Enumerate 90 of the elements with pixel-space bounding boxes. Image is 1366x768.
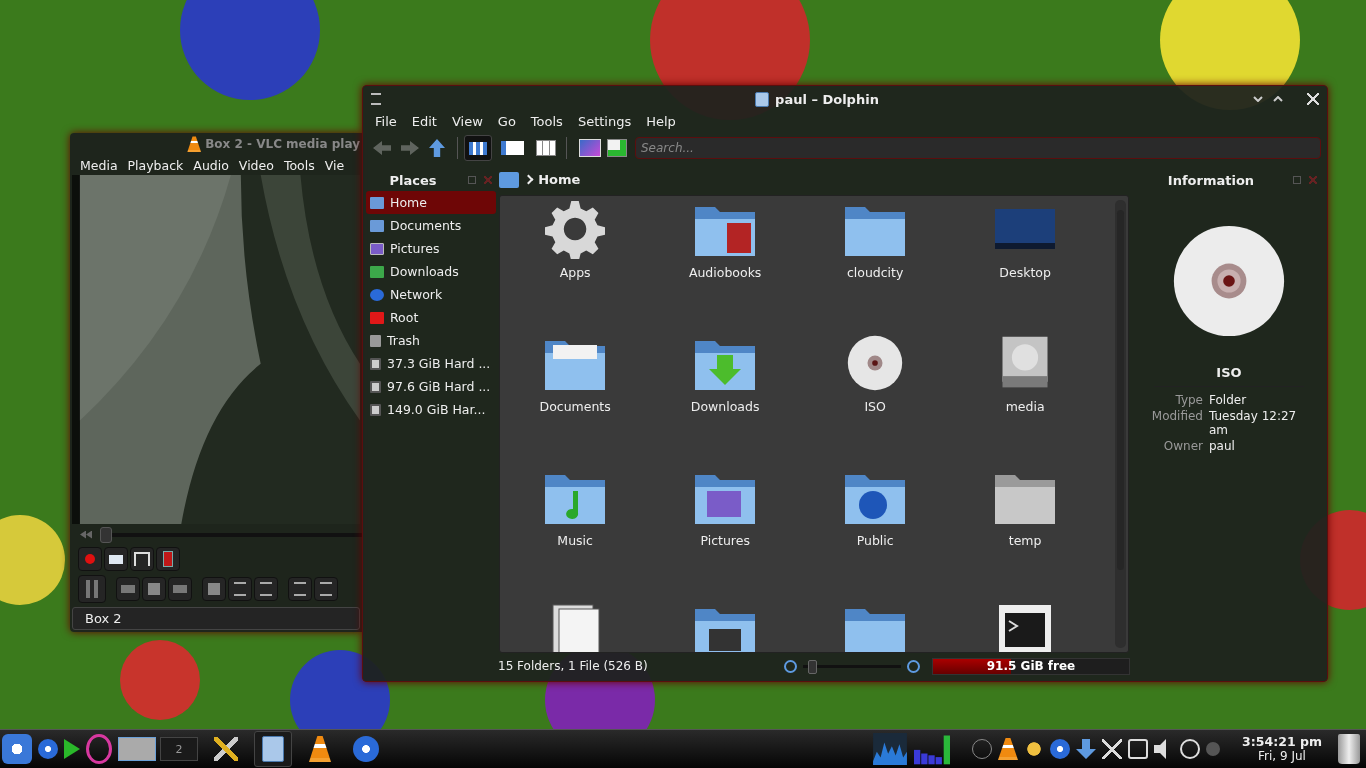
item-name: ISO — [1216, 365, 1242, 380]
file-name: Public — [856, 532, 894, 548]
seek-slider[interactable] — [100, 526, 112, 543]
zoom-out-icon[interactable] — [784, 659, 797, 673]
preview-icon[interactable] — [579, 139, 601, 157]
place-item[interactable]: Downloads — [366, 260, 497, 283]
file-name: cloudcity — [846, 264, 904, 280]
shuffle-button[interactable] — [314, 577, 338, 601]
menu-item[interactable]: Settings — [577, 114, 632, 129]
status-text: 15 Folders, 1 File (526 B) — [498, 659, 649, 673]
cone-icon[interactable] — [998, 738, 1018, 760]
field-value: Folder — [1209, 393, 1248, 407]
zoom-in-icon[interactable] — [907, 659, 920, 673]
place-item[interactable]: 37.3 GiB Hard ... — [366, 352, 497, 375]
place-item[interactable]: Network — [366, 283, 497, 306]
window-menu-icon[interactable] — [371, 93, 381, 105]
clock-date[interactable]: Fri, 9 Jul — [1258, 749, 1306, 764]
loop-ab-button[interactable] — [130, 547, 154, 571]
field-label: Modified — [1150, 409, 1203, 425]
status-bar: Box 2 — [72, 607, 360, 630]
field-label: Type — [1174, 393, 1203, 407]
window-title: paul – Dolphin — [775, 91, 879, 107]
minimize-icon[interactable] — [1253, 96, 1263, 102]
menu-item[interactable]: Go — [497, 114, 516, 129]
menu-item[interactable]: File — [375, 114, 397, 129]
equalizer-button[interactable] — [254, 577, 278, 601]
menu-item[interactable]: Audio — [193, 157, 229, 173]
menu-item[interactable]: Tools — [530, 114, 563, 129]
home-icon[interactable] — [499, 171, 520, 188]
place-item[interactable]: 97.6 GiB Hard ... — [366, 375, 497, 398]
rewind-icon[interactable] — [80, 530, 92, 539]
maximize-icon[interactable] — [1273, 96, 1283, 102]
place-item[interactable]: Home — [366, 191, 497, 214]
panel-title: Places — [388, 172, 438, 188]
clock-time[interactable]: 3:54:21 pm — [1242, 734, 1322, 749]
menu-item[interactable]: Tools — [283, 157, 315, 173]
cpu-bars — [914, 733, 950, 765]
file-name: Documents — [539, 398, 611, 414]
file-name: ISO — [864, 398, 886, 414]
repeat-button[interactable] — [288, 577, 312, 601]
field-value: paul — [1209, 439, 1236, 453]
fullscreen-button[interactable] — [202, 577, 226, 601]
file-name: Pictures — [700, 532, 750, 548]
free-space-label: 91.5 GiB free — [986, 659, 1076, 673]
close-icon[interactable] — [1307, 93, 1319, 105]
snapshot-button[interactable] — [104, 547, 128, 571]
menu-item[interactable]: Video — [238, 157, 274, 173]
disc-icon — [1171, 223, 1287, 339]
menu-item[interactable]: View — [451, 114, 483, 129]
file-name: Desktop — [999, 264, 1051, 280]
record-button[interactable] — [78, 547, 102, 571]
search-field[interactable]: Search... — [635, 137, 1321, 159]
frame-button[interactable] — [156, 547, 180, 571]
place-item[interactable]: Trash — [366, 329, 497, 352]
field-label: Owner — [1162, 439, 1203, 453]
menu-item[interactable]: Vie — [324, 157, 345, 173]
desktop-thumbnail[interactable]: 2 — [160, 737, 198, 761]
playlist-button[interactable] — [228, 577, 252, 601]
place-item[interactable]: Root — [366, 306, 497, 329]
desktop-thumbnail[interactable] — [118, 737, 156, 761]
file-name: Music — [557, 532, 593, 548]
next-button[interactable] — [168, 577, 192, 601]
cone-icon[interactable] — [309, 736, 331, 762]
menu-item[interactable]: Edit — [411, 114, 437, 129]
previous-button[interactable] — [116, 577, 140, 601]
file-name: Apps — [559, 264, 591, 280]
menu-item[interactable]: Playback — [127, 157, 184, 173]
breadcrumb[interactable]: Home — [538, 172, 581, 188]
stop-button[interactable] — [142, 577, 166, 601]
file-name: media — [1005, 398, 1045, 414]
file-name: temp — [1008, 532, 1042, 548]
app-menu-icon[interactable] — [2, 734, 32, 764]
place-item[interactable]: Pictures — [366, 237, 497, 260]
place-item[interactable]: Documents — [366, 214, 497, 237]
tools-icon[interactable] — [214, 737, 238, 761]
zoom-slider[interactable] — [807, 659, 817, 674]
trash-icon[interactable] — [1338, 734, 1360, 764]
network-graph — [872, 733, 908, 765]
file-name: Downloads — [690, 398, 760, 414]
icons-view-button[interactable] — [464, 135, 492, 161]
cone-icon — [187, 136, 202, 153]
file-name: Audiobooks — [688, 264, 762, 280]
menu-item[interactable]: Media — [80, 157, 118, 173]
gear-icon[interactable] — [543, 198, 608, 259]
place-item[interactable]: 149.0 GiB Har... — [366, 398, 497, 421]
menu-item[interactable]: Help — [646, 114, 676, 129]
pause-button[interactable] — [78, 575, 106, 603]
window-title: Box 2 - VLC media play — [205, 137, 360, 152]
panel-title: Information — [1166, 172, 1256, 188]
split-icon[interactable] — [607, 139, 627, 157]
